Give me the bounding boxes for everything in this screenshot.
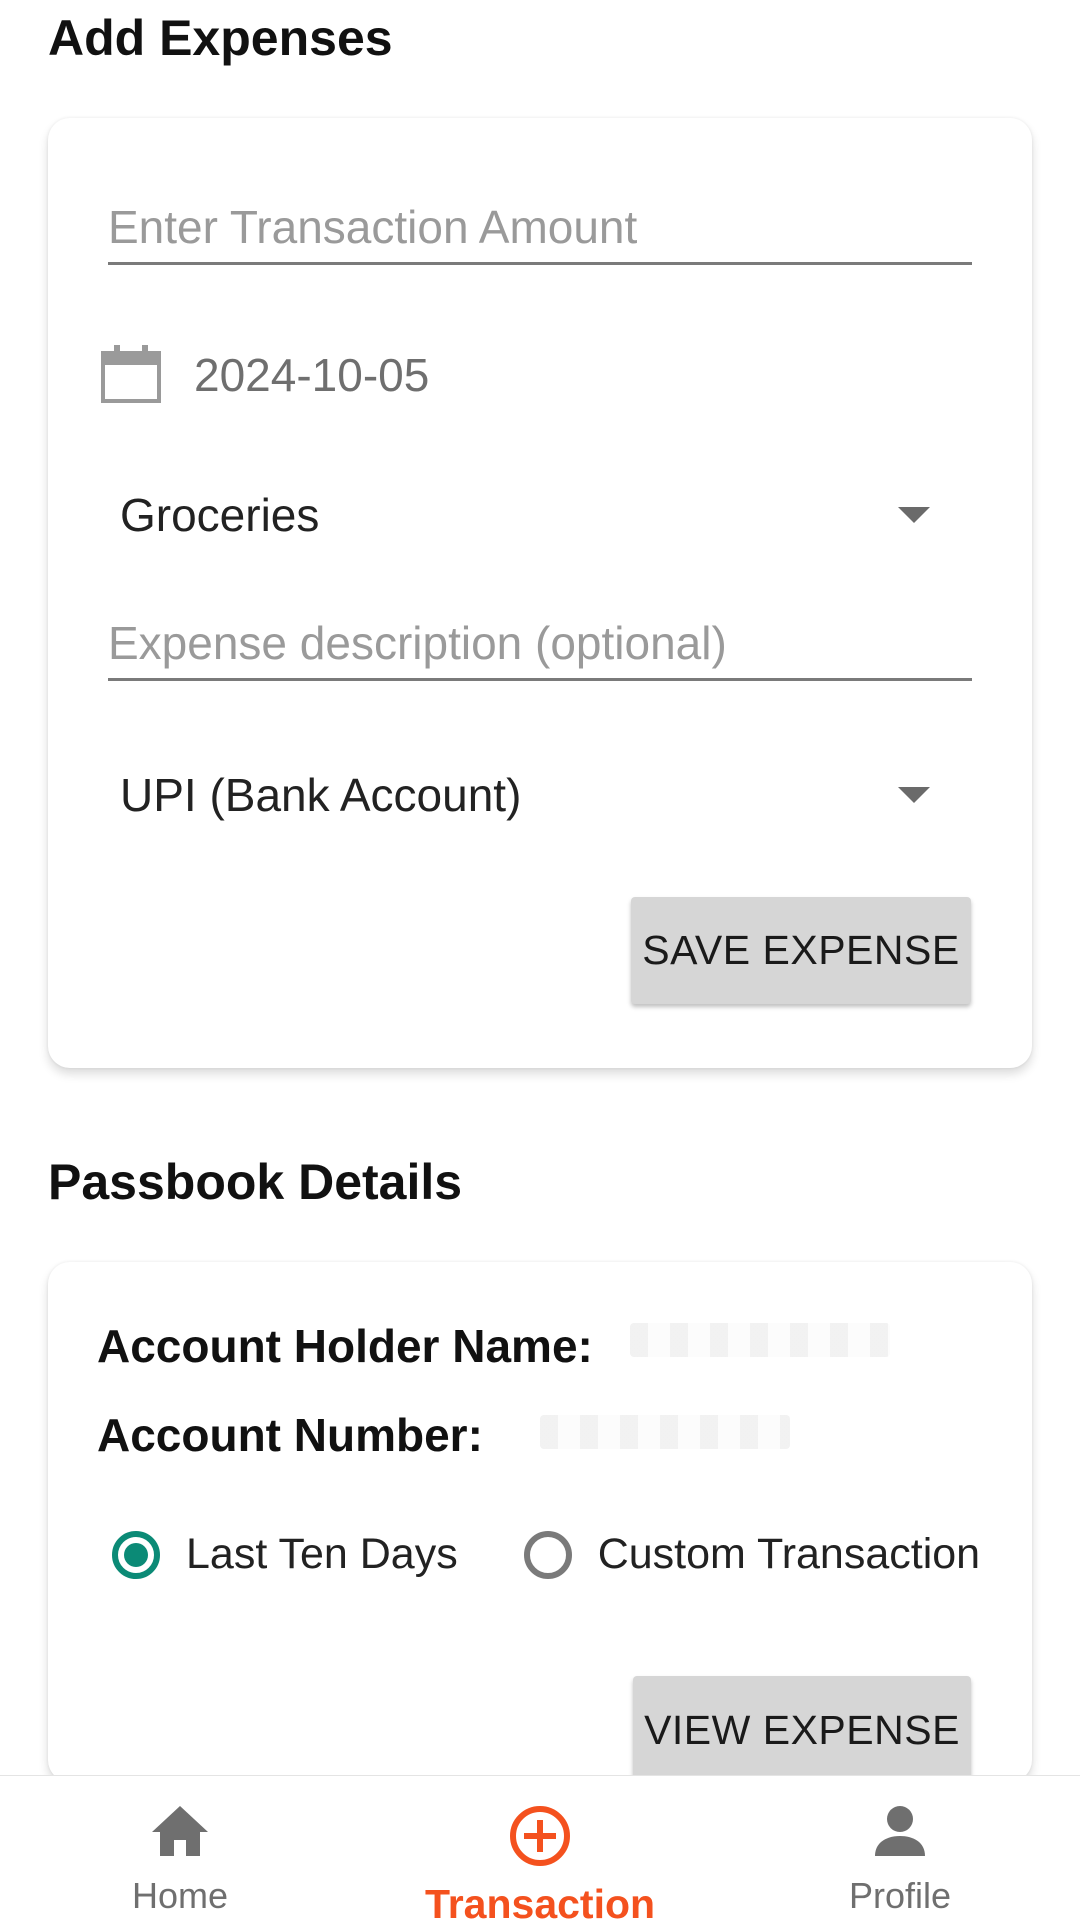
account-number-value-redacted (540, 1415, 790, 1449)
nav-label-profile: Profile (848, 1875, 952, 1916)
add-expenses-title: Add Expenses (48, 10, 393, 66)
account-number-label: Account Number: (97, 1409, 483, 1461)
date-picker[interactable]: 2024-10-05 (100, 345, 429, 405)
page: Add Expenses Enter Transaction Amount 20… (0, 0, 1080, 1927)
home-icon (150, 1804, 210, 1863)
amount-input[interactable]: Enter Transaction Amount (108, 204, 972, 265)
nav-item-transaction[interactable]: Transaction (360, 1776, 720, 1927)
calendar-icon (100, 345, 162, 405)
date-value: 2024-10-05 (194, 349, 430, 401)
category-dropdown[interactable]: Groceries (120, 480, 950, 550)
nav-label-transaction: Transaction (424, 1881, 656, 1927)
radio-label: Last Ten Days (186, 1530, 458, 1578)
dropdown-arrow-icon (898, 787, 930, 803)
person-icon (873, 1804, 927, 1863)
category-selected: Groceries (120, 489, 320, 541)
description-placeholder: Expense description (optional) (108, 617, 727, 669)
payment-method-dropdown[interactable]: UPI (Bank Account) (120, 760, 950, 830)
payment-method-selected: UPI (Bank Account) (120, 769, 522, 821)
description-input[interactable]: Expense description (optional) (108, 620, 972, 681)
bottom-navigation: Home Transaction Profile (0, 1775, 1080, 1927)
dropdown-arrow-icon (898, 507, 930, 523)
save-expense-button[interactable]: SAVE EXPENSE (631, 897, 971, 1004)
nav-item-profile[interactable]: Profile (720, 1776, 1080, 1927)
account-holder-label: Account Holder Name: (97, 1320, 593, 1372)
account-holder-value-redacted (630, 1323, 890, 1357)
radio-unchecked-icon (523, 1530, 572, 1579)
date-range-radio-group: Last Ten Days Custom Transaction (112, 1530, 980, 1579)
add-circle-icon (508, 1804, 572, 1873)
view-expense-button[interactable]: VIEW EXPENSE (633, 1676, 971, 1784)
amount-placeholder: Enter Transaction Amount (108, 201, 638, 253)
radio-label: Custom Transaction (597, 1530, 981, 1578)
radio-last-ten-days[interactable]: Last Ten Days (112, 1530, 458, 1579)
radio-custom-transaction[interactable]: Custom Transaction (523, 1530, 981, 1579)
nav-label-home: Home (131, 1875, 229, 1916)
passbook-title: Passbook Details (48, 1154, 463, 1210)
nav-item-home[interactable]: Home (0, 1776, 360, 1927)
radio-checked-icon (112, 1530, 160, 1579)
